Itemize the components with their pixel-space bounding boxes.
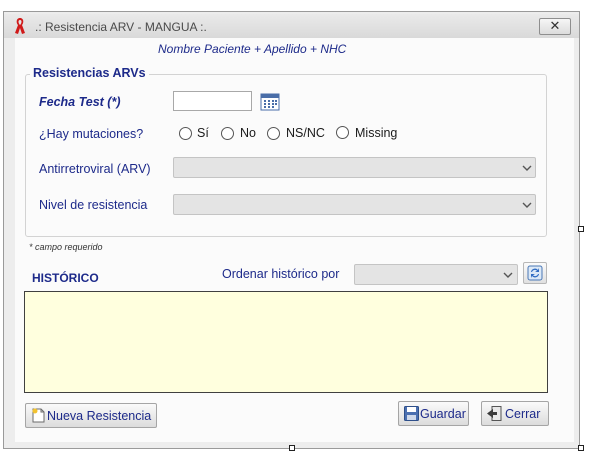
refresh-icon — [527, 265, 543, 281]
historico-title: HISTÓRICO — [32, 271, 99, 285]
arv-label: Antirretroviral (ARV) — [39, 162, 151, 176]
required-note: * campo requerido — [29, 242, 103, 252]
radio-missing[interactable] — [336, 126, 349, 139]
chevron-down-icon — [503, 272, 513, 278]
radio-si-label: Sí — [197, 126, 209, 140]
refresh-button[interactable] — [523, 262, 547, 284]
resize-grip-bottom[interactable] — [289, 445, 295, 451]
exit-icon — [487, 406, 502, 421]
radio-nsnc-label: NS/NC — [286, 126, 325, 140]
chevron-down-icon — [522, 165, 532, 171]
fecha-test-label: Fecha Test (*) — [39, 95, 121, 109]
cerrar-button[interactable]: Cerrar — [481, 401, 549, 426]
window-title: .: Resistencia ARV - MANGUA :. — [35, 20, 207, 34]
radio-nsnc[interactable] — [267, 127, 280, 140]
nueva-resistencia-label: Nueva Resistencia — [47, 409, 152, 423]
nivel-label: Nivel de resistencia — [39, 198, 148, 212]
radio-no-label: No — [240, 126, 256, 140]
calendar-icon[interactable] — [260, 92, 280, 111]
nivel-select[interactable] — [173, 194, 536, 215]
ribbon-icon — [15, 18, 25, 34]
radio-no[interactable] — [221, 127, 234, 140]
nueva-resistencia-button[interactable]: Nueva Resistencia — [25, 403, 157, 428]
fecha-test-input[interactable] — [173, 91, 252, 111]
close-button[interactable]: ✕ — [539, 18, 571, 35]
guardar-button[interactable]: Guardar — [398, 401, 469, 426]
mutaciones-label: ¿Hay mutaciones? — [39, 127, 144, 141]
radio-si[interactable] — [179, 127, 192, 140]
arv-select[interactable] — [173, 157, 536, 178]
order-select[interactable] — [354, 264, 518, 285]
radio-missing-label: Missing — [355, 126, 398, 140]
patient-line: Nombre Paciente + Apellido + NHC — [158, 42, 347, 56]
chevron-down-icon — [522, 202, 532, 208]
order-label: Ordenar histórico por — [222, 267, 340, 281]
historico-list[interactable] — [24, 291, 548, 393]
new-document-icon — [32, 408, 45, 423]
fieldset-legend: Resistencias ARVs — [30, 66, 149, 80]
guardar-label: Guardar — [420, 407, 466, 421]
cerrar-label: Cerrar — [505, 407, 541, 421]
save-icon — [404, 406, 419, 421]
resize-grip-corner[interactable] — [578, 445, 584, 451]
resize-grip-right[interactable] — [578, 226, 584, 232]
